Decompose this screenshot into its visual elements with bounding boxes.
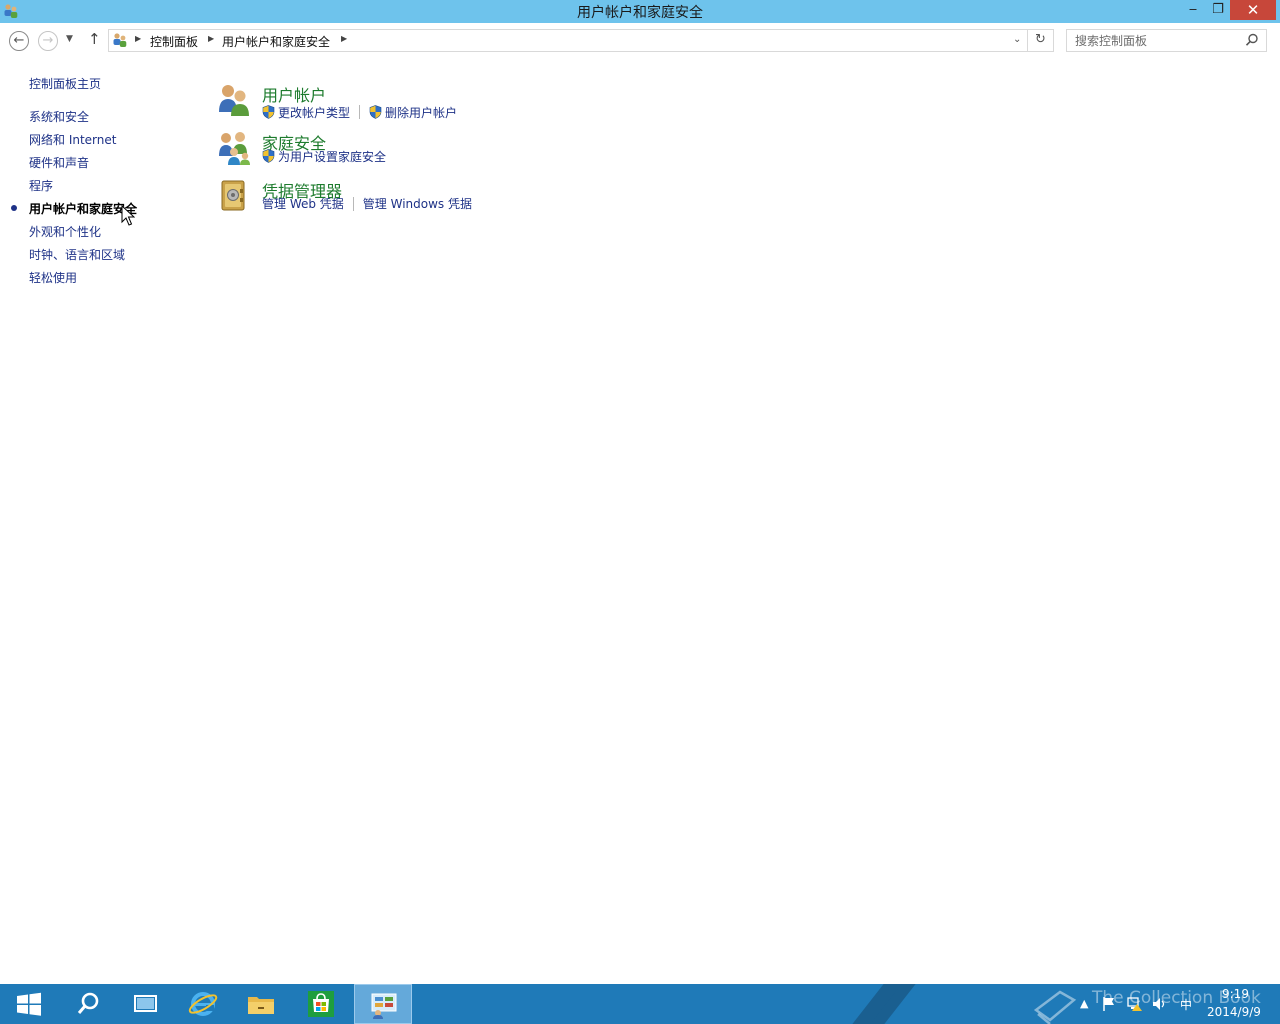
forward-button[interactable]: →	[38, 31, 58, 51]
sidebar-item-appearance[interactable]: 外观和个性化	[29, 223, 101, 240]
task-links: 更改帐户类型 删除用户帐户	[262, 105, 457, 121]
search-icon[interactable]	[1245, 33, 1259, 47]
set-up-family-safety-link[interactable]: 为用户设置家庭安全	[262, 149, 386, 165]
search-box[interactable]	[1066, 29, 1267, 52]
breadcrumb-user-accounts[interactable]: 用户帐户和家庭安全	[222, 33, 330, 50]
sidebar-item-system-security[interactable]: 系统和安全	[29, 108, 89, 125]
taskbar: The Collection Book ▲ 中 9:19 2014/9/9	[0, 984, 1280, 1024]
internet-explorer-icon	[188, 992, 218, 1016]
mouse-cursor-icon	[121, 205, 135, 226]
manage-web-credentials-link[interactable]: 管理 Web 凭据	[262, 197, 344, 213]
store-button[interactable]	[292, 984, 350, 1024]
close-button[interactable]: ✕	[1230, 0, 1276, 20]
uac-shield-icon	[369, 105, 382, 119]
control-panel-taskbar-button[interactable]	[354, 984, 412, 1024]
taskbar-search-button[interactable]	[58, 984, 116, 1024]
start-button[interactable]	[0, 984, 58, 1024]
store-icon	[308, 991, 334, 1017]
start-icon	[17, 992, 41, 1016]
control-panel-home-link[interactable]: 控制面板主页	[29, 75, 101, 92]
remove-user-account-link[interactable]: 删除用户帐户	[369, 105, 457, 121]
uac-shield-icon	[262, 149, 275, 163]
address-dropdown-icon[interactable]: ⌄	[1013, 34, 1021, 45]
search-icon	[77, 992, 99, 1014]
action-center-flag-icon[interactable]	[1101, 996, 1117, 1012]
sidebar-item-clock-region[interactable]: 时钟、语言和区域	[29, 246, 125, 263]
change-account-type-link[interactable]: 更改帐户类型	[262, 105, 350, 121]
control-panel-icon	[113, 33, 127, 47]
file-explorer-button[interactable]	[232, 984, 290, 1024]
family-safety-icon[interactable]	[216, 130, 252, 166]
task-divider	[359, 105, 361, 119]
navigation-bar: ← → ▼ ↑ ▶ 控制面板 ▶ 用户帐户和家庭安全 ▶ ⌄ ↻	[0, 23, 1280, 57]
task-links: 为用户设置家庭安全	[262, 149, 386, 165]
users-icon[interactable]	[216, 82, 252, 118]
minimize-button[interactable]: ‒	[1180, 0, 1206, 20]
sidebar-item-hardware-sound[interactable]: 硬件和声音	[29, 154, 89, 171]
clock-date[interactable]: 2014/9/9	[1207, 1005, 1261, 1019]
up-button[interactable]: ↑	[88, 30, 101, 48]
current-item-bullet-icon	[11, 205, 17, 211]
task-label[interactable]: 为用户设置家庭安全	[278, 150, 386, 164]
manage-windows-credentials-link[interactable]: 管理 Windows 凭据	[363, 197, 472, 213]
input-method-indicator[interactable]: 中	[1180, 996, 1192, 1013]
address-bar[interactable]: ▶ 控制面板 ▶ 用户帐户和家庭安全 ▶ ⌄ ↻	[108, 29, 1054, 52]
category-title[interactable]: 用户帐户	[262, 82, 326, 106]
sidebar-item-ease-of-access[interactable]: 轻松使用	[29, 269, 77, 286]
sidebar-item-programs[interactable]: 程序	[29, 177, 53, 194]
task-view-icon	[134, 995, 157, 1012]
task-links: 管理 Web 凭据 管理 Windows 凭据	[262, 197, 472, 213]
uac-shield-icon	[262, 105, 275, 119]
refresh-button[interactable]: ↻	[1027, 30, 1053, 51]
credential-manager-icon[interactable]	[216, 178, 252, 214]
task-divider	[352, 197, 354, 211]
restore-button[interactable]: ❐	[1205, 0, 1231, 20]
sidebar-item-network-internet[interactable]: 网络和 Internet	[29, 131, 116, 148]
network-warning-icon[interactable]	[1127, 996, 1143, 1012]
breadcrumb-chevron-icon[interactable]: ▶	[135, 34, 141, 43]
task-view-button[interactable]	[116, 984, 174, 1024]
volume-icon[interactable]	[1152, 996, 1168, 1012]
window-title: 用户帐户和家庭安全	[577, 5, 703, 21]
watermark-logo-icon	[1033, 990, 1077, 1024]
recent-locations-dropdown[interactable]: ▼	[66, 34, 73, 44]
task-label[interactable]: 更改帐户类型	[278, 106, 350, 120]
show-hidden-icons-button[interactable]: ▲	[1080, 997, 1088, 1010]
breadcrumb-control-panel[interactable]: 控制面板	[150, 33, 198, 50]
back-button[interactable]: ←	[9, 31, 29, 51]
search-input[interactable]	[1067, 30, 1237, 51]
internet-explorer-button[interactable]	[174, 984, 232, 1024]
breadcrumb-chevron-icon[interactable]: ▶	[341, 34, 347, 43]
control-panel-icon	[371, 993, 397, 1019]
clock-time[interactable]: 9:19	[1222, 987, 1249, 1001]
title-bar: 用户帐户和家庭安全 ‒ ❐ ✕	[0, 0, 1280, 23]
file-explorer-icon	[248, 997, 274, 1014]
task-label[interactable]: 删除用户帐户	[385, 106, 457, 120]
breadcrumb-chevron-icon[interactable]: ▶	[208, 34, 214, 43]
